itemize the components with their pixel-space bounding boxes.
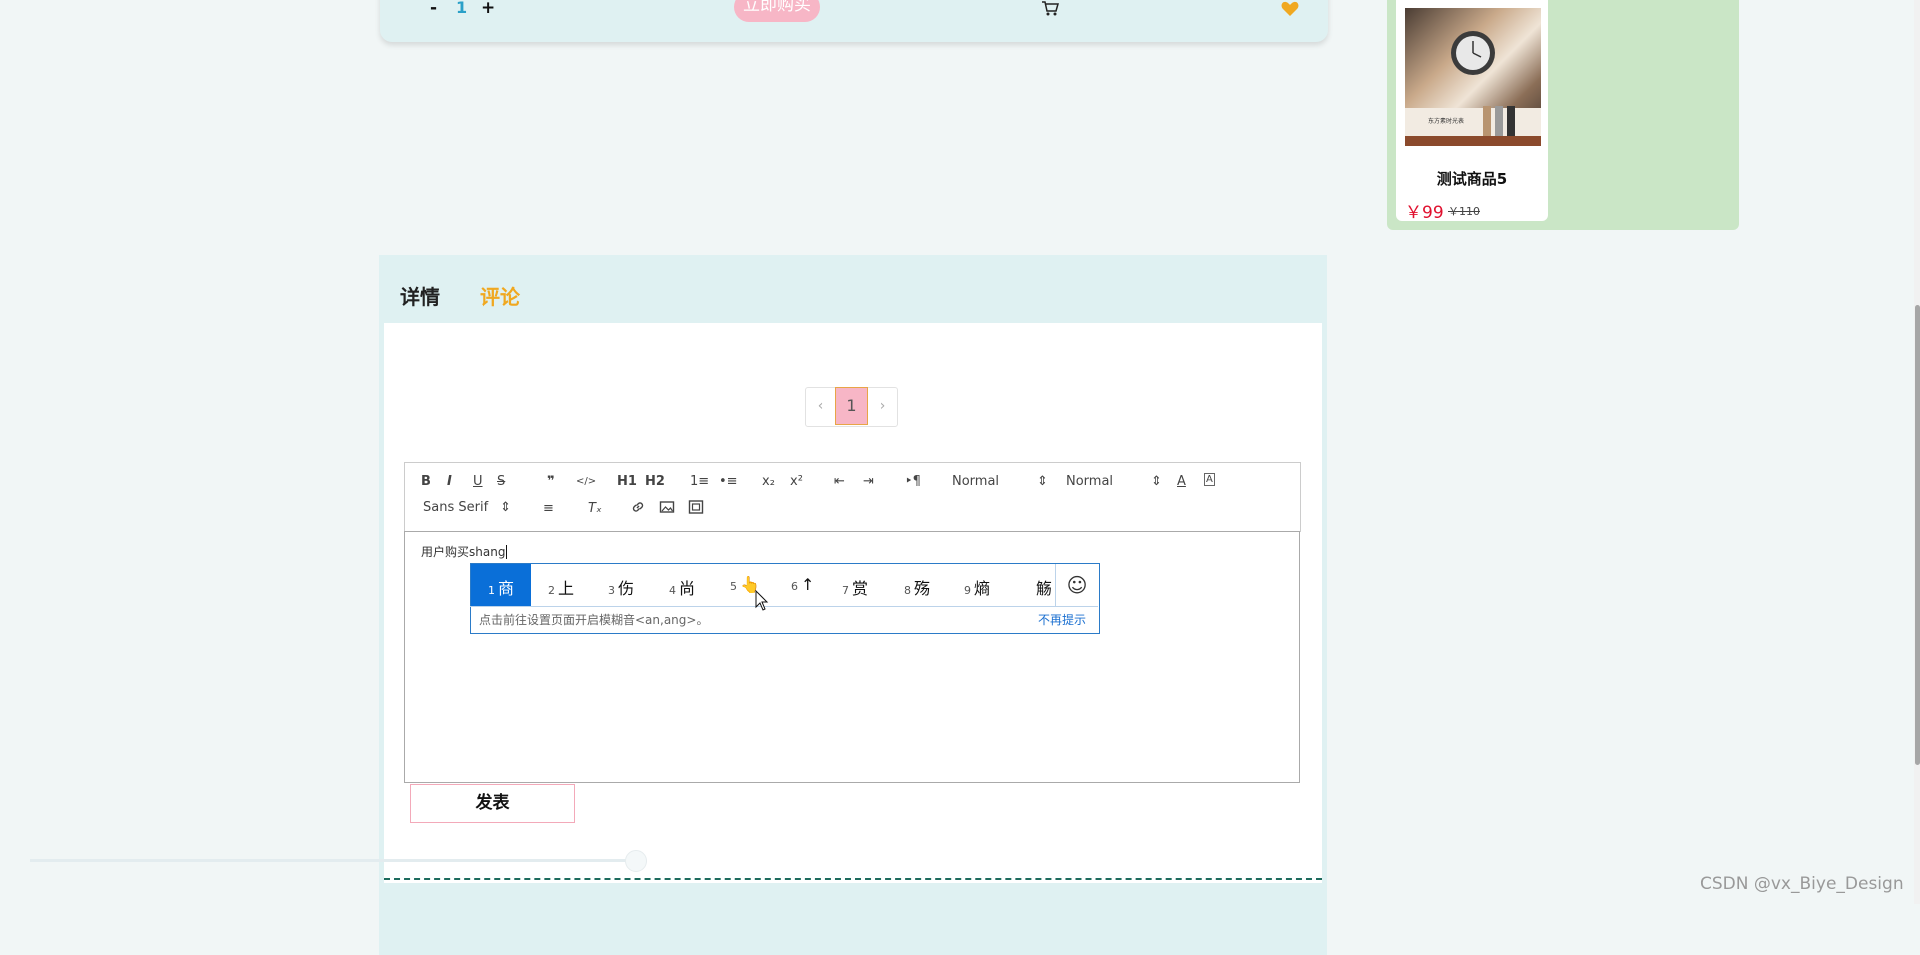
heart-icon[interactable] <box>1281 1 1299 21</box>
ime-candidate[interactable]: 觞 <box>1033 575 1052 599</box>
ime-divider <box>470 606 1098 607</box>
subscript-button[interactable]: x₂ <box>762 473 775 491</box>
watermark: CSDN @vx_Biye_Design <box>1700 874 1904 894</box>
tab-comments[interactable]: 评论 <box>480 281 520 310</box>
ordered-list-button[interactable]: 1≡ <box>690 473 709 491</box>
scrollbar-thumb[interactable] <box>1915 305 1920 765</box>
ime-candidate[interactable]: 4尚 <box>669 575 695 599</box>
code-block-button[interactable]: </> <box>576 473 596 491</box>
slider-handle[interactable] <box>625 850 647 872</box>
ime-candidate[interactable]: 2上 <box>548 575 574 599</box>
chevron-updown-icon: ⇕ <box>1151 474 1162 489</box>
superscript-button[interactable]: x² <box>790 473 803 491</box>
mouse-cursor-icon <box>755 589 769 616</box>
text-direction-button[interactable]: ‣¶ <box>905 473 921 491</box>
recommend-price: ￥99 <box>1405 203 1444 223</box>
size-picker-label: Normal <box>952 474 1000 489</box>
video-icon[interactable] <box>688 499 704 521</box>
buy-now-button[interactable]: 立即购买 <box>734 0 820 22</box>
ime-candidate[interactable]: 1商 <box>488 575 514 599</box>
ime-candidate[interactable]: 7赏 <box>842 575 868 599</box>
recommend-old-price: ￥110 <box>1448 205 1480 218</box>
clean-format-button[interactable]: Tₓ <box>588 500 602 518</box>
editor-content-text: 用户购买shang <box>421 545 506 559</box>
tab-details[interactable]: 详情 <box>400 281 440 310</box>
editor-toolbar: B I U S ❞ </> H1 H2 1≡ •≡ x₂ x² ⇤ ⇥ ‣¶ N… <box>404 462 1301 532</box>
slider-track[interactable] <box>30 859 636 862</box>
prev-page-button[interactable]: ‹ <box>806 388 835 424</box>
link-icon[interactable] <box>630 499 646 521</box>
background-color-icon[interactable]: A <box>1204 473 1215 486</box>
align-button[interactable]: ≡ <box>543 500 554 518</box>
recommend-product-name[interactable]: 测试商品5 <box>1396 168 1548 189</box>
pagination: ‹ 1 › <box>805 387 898 427</box>
font-picker-label: Sans Serif <box>423 500 489 515</box>
text-cursor: ​ <box>506 545 508 559</box>
size-picker[interactable]: Normal ⇕ <box>952 473 1048 491</box>
quantity-decrease-button[interactable]: - <box>430 0 437 18</box>
header-picker[interactable]: Normal ⇕ <box>1066 473 1162 491</box>
underline-button[interactable]: U <box>473 473 483 491</box>
editor-content[interactable]: 用户购买shang​ <box>421 543 508 560</box>
blockquote-button[interactable]: ❞ <box>547 473 555 491</box>
bold-button[interactable]: B <box>421 473 431 491</box>
strike-button[interactable]: S <box>497 473 505 491</box>
next-page-button[interactable]: › <box>868 388 897 424</box>
ime-dismiss-link[interactable]: 不再提示 <box>1038 611 1086 628</box>
ime-candidate[interactable]: 9熵 <box>964 575 990 599</box>
quantity-value[interactable]: 1 <box>456 0 467 17</box>
ime-candidate[interactable]: 6 ↑ <box>791 575 814 594</box>
heading-2-button[interactable]: H2 <box>645 473 665 491</box>
italic-button[interactable]: I <box>447 473 452 491</box>
product-image[interactable] <box>1405 8 1541 146</box>
chevron-updown-icon: ⇕ <box>1037 474 1048 489</box>
header-picker-label: Normal <box>1066 474 1114 489</box>
indent-button[interactable]: ⇥ <box>863 473 874 491</box>
cart-icon[interactable] <box>1041 0 1059 21</box>
section-divider <box>384 878 1322 880</box>
chevron-updown-icon: ⇕ <box>500 500 512 515</box>
product-image-caption: 东方素时光表 <box>1428 118 1465 125</box>
ime-candidate[interactable]: 3伤 <box>608 575 634 599</box>
page-1-button[interactable]: 1 <box>835 387 868 425</box>
heading-1-button[interactable]: H1 <box>617 473 637 491</box>
outdent-button[interactable]: ⇤ <box>834 473 845 491</box>
product-action-card <box>380 0 1328 42</box>
ime-emoji-button[interactable]: ☺ <box>1055 564 1098 606</box>
font-color-icon[interactable]: A <box>1177 473 1186 491</box>
font-picker[interactable]: Sans Serif ⇕ <box>423 499 511 517</box>
image-icon[interactable] <box>659 499 675 521</box>
ime-candidate[interactable]: 8殇 <box>904 575 930 599</box>
bullet-list-button[interactable]: •≡ <box>719 473 738 491</box>
quantity-increase-button[interactable]: + <box>481 0 495 18</box>
submit-comment-button[interactable]: 发表 <box>410 784 575 823</box>
ime-hint-text[interactable]: 点击前往设置页面开启模糊音<an,ang>。 <box>479 611 708 628</box>
